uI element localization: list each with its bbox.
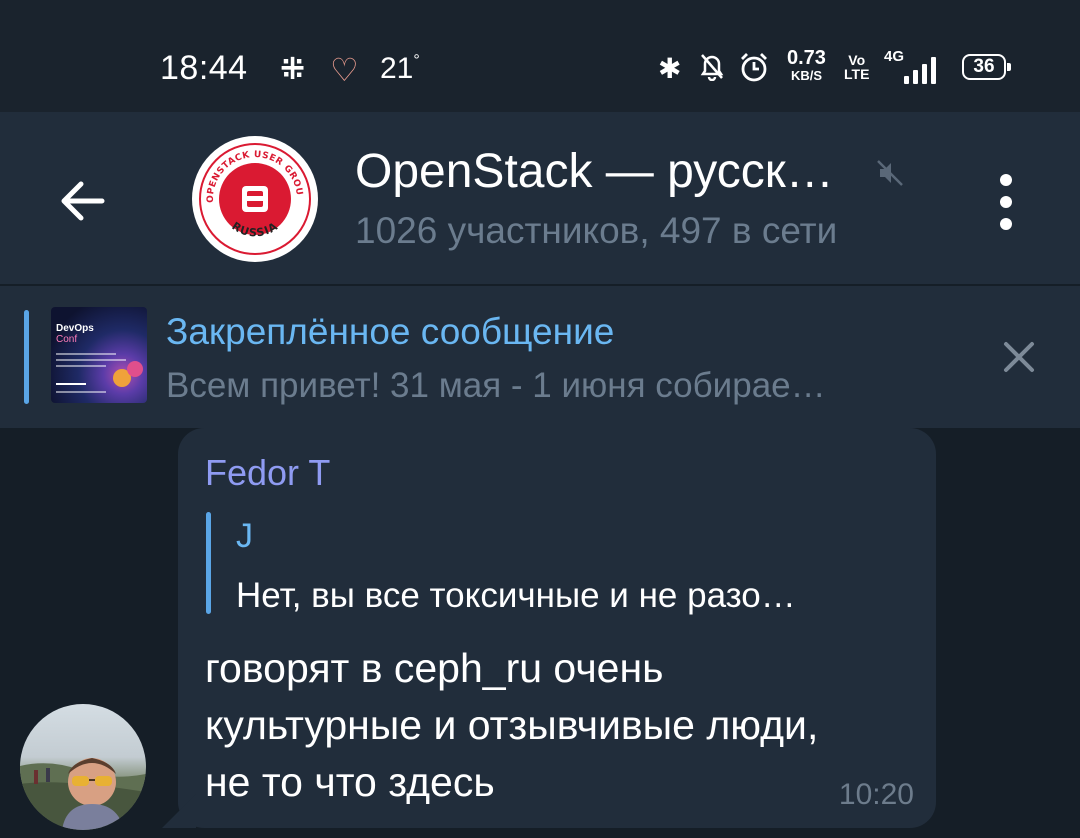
network-speed: 0.73 KB/S bbox=[787, 47, 826, 84]
thumb-title: DevOps bbox=[56, 323, 94, 334]
volte-bottom: LTE bbox=[844, 66, 870, 82]
more-vertical-icon[interactable] bbox=[990, 172, 1026, 232]
chat-subtitle: 1026 участников, 497 в сети bbox=[355, 210, 838, 251]
sender-photo bbox=[20, 758, 146, 830]
bluetooth-icon: ✱ bbox=[658, 53, 682, 84]
reply-indicator-bar bbox=[206, 512, 211, 614]
message-time: 10:20 bbox=[838, 778, 914, 811]
pinned-title: Закреплённое сообщение bbox=[166, 311, 615, 352]
reply-text[interactable]: Нет, вы все токсичные и не разо… bbox=[236, 576, 796, 616]
pinned-thumbnail: DevOps Conf bbox=[51, 307, 147, 403]
pinned-message[interactable]: DevOps Conf Закреплённое сообщение Всем … bbox=[0, 286, 1080, 428]
volte-indicator: Vo LTE bbox=[844, 53, 869, 81]
net-speed-unit: KB/S bbox=[790, 68, 822, 83]
pinned-indicator-bar bbox=[24, 310, 29, 404]
chat-avatar[interactable]: OPENSTACK USER GROUP RUSSIA bbox=[192, 136, 318, 262]
volte-top: Vo bbox=[848, 52, 866, 68]
chat-title[interactable]: OpenStack — русск… bbox=[355, 144, 834, 199]
status-time: 18:44 bbox=[160, 49, 248, 87]
status-bar: 18:44 ⁜ ♡ 21° ✱ 0.73 KB/S Vo LTE 4G 36 bbox=[0, 0, 1080, 112]
bell-off-icon bbox=[698, 51, 726, 88]
thumb-subtitle: Conf bbox=[56, 334, 78, 345]
signal-icon bbox=[900, 54, 940, 84]
message-text: говорят в ceph_ru очень культурные и отз… bbox=[205, 645, 819, 805]
battery-indicator: 36 bbox=[962, 54, 1011, 80]
temperature-value: 21 bbox=[380, 52, 414, 85]
close-icon[interactable] bbox=[998, 336, 1040, 378]
pinned-text: Всем привет! 31 мая - 1 июня собирае… bbox=[166, 366, 826, 405]
alarm-icon bbox=[738, 51, 770, 91]
temperature-unit: ° bbox=[413, 52, 420, 69]
heart-pulse-icon: ♡ bbox=[330, 52, 359, 88]
muted-speaker-icon bbox=[875, 158, 905, 195]
sender-name[interactable]: Fedor T bbox=[205, 452, 330, 494]
back-button[interactable] bbox=[52, 170, 114, 232]
status-temperature: 21° bbox=[380, 52, 420, 86]
message-bubble[interactable]: Fedor T J Нет, вы все токсичные и не раз… bbox=[178, 428, 936, 828]
net-speed-value: 0.73 bbox=[787, 47, 826, 69]
arrow-left-icon bbox=[61, 181, 105, 221]
openstack-logo: OPENSTACK USER GROUP RUSSIA bbox=[192, 136, 317, 261]
sender-avatar[interactable] bbox=[20, 704, 146, 830]
reply-author[interactable]: J bbox=[236, 517, 253, 556]
chat-header: OPENSTACK USER GROUP RUSSIA OpenStack — … bbox=[0, 112, 1080, 284]
slack-icon: ⁜ bbox=[280, 53, 306, 86]
